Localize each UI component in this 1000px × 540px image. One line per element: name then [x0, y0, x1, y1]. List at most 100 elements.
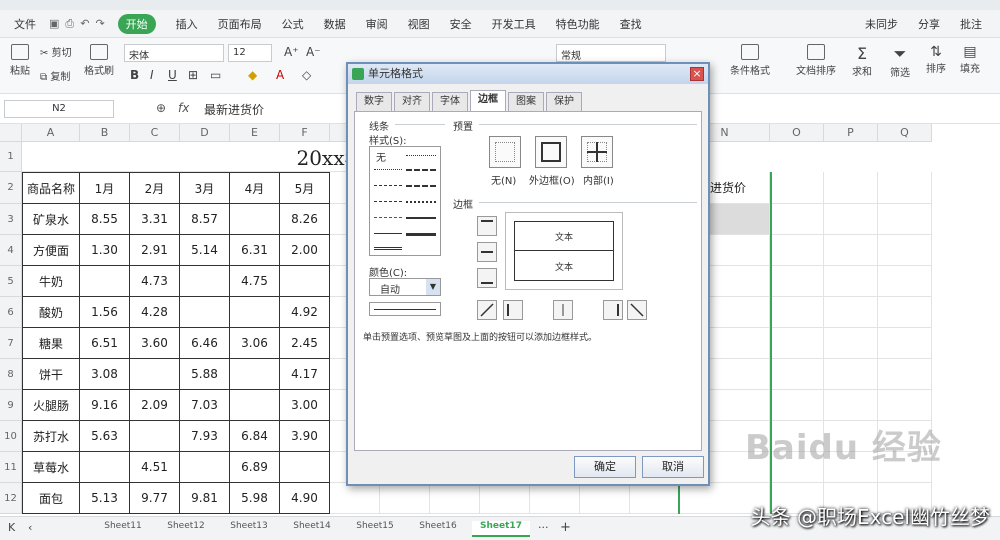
- menu-file[interactable]: 文件: [14, 16, 36, 32]
- table-cell[interactable]: 2.09: [130, 390, 180, 421]
- table-cell[interactable]: [878, 390, 932, 421]
- sheet-tab[interactable]: Sheet16: [409, 521, 467, 537]
- dialog-tab[interactable]: 对齐: [394, 92, 430, 111]
- sheet-tab[interactable]: Sheet15: [346, 521, 404, 537]
- cut-button[interactable]: ✂ 剪切: [40, 44, 72, 59]
- table-cell[interactable]: 2.91: [130, 235, 180, 266]
- italic-icon[interactable]: I: [150, 68, 154, 82]
- print-icon[interactable]: ⎙: [65, 17, 74, 31]
- header-cell[interactable]: 商品名称: [22, 172, 80, 204]
- sheet-tab[interactable]: Sheet14: [283, 521, 341, 537]
- number-format-select[interactable]: 常规: [556, 44, 666, 62]
- table-cell[interactable]: 面包: [22, 483, 80, 514]
- table-cell[interactable]: 4.28: [130, 297, 180, 328]
- undo-icon[interactable]: ↶: [80, 17, 89, 30]
- font-size-select[interactable]: 12: [228, 44, 272, 62]
- table-cell[interactable]: [878, 235, 932, 266]
- sheet-tab[interactable]: Sheet11: [94, 521, 152, 537]
- menu-view[interactable]: 视图: [408, 16, 430, 32]
- underline-icon[interactable]: U: [168, 68, 177, 82]
- table-cell[interactable]: 糖果: [22, 328, 80, 359]
- menu-search[interactable]: 查找: [620, 16, 642, 32]
- filter-button[interactable]: ⏷ 筛选: [890, 44, 910, 79]
- line-style-option[interactable]: [374, 217, 402, 218]
- dialog-tab[interactable]: 图案: [508, 92, 544, 111]
- chevron-down-icon[interactable]: ▼: [426, 279, 440, 295]
- more-sheets-icon[interactable]: ···: [538, 521, 549, 534]
- font-grow-icon[interactable]: A⁺: [284, 45, 299, 59]
- table-cell[interactable]: [280, 266, 330, 297]
- column-header[interactable]: Q: [878, 124, 932, 142]
- table-cell[interactable]: [130, 421, 180, 452]
- table-cell[interactable]: 7.03: [180, 390, 230, 421]
- header-cell[interactable]: 3月: [180, 172, 230, 204]
- column-header[interactable]: E: [230, 124, 280, 142]
- preset-inside-button[interactable]: [581, 136, 613, 168]
- row-header[interactable]: 12: [0, 483, 22, 514]
- table-cell[interactable]: [330, 483, 380, 514]
- dialog-tab[interactable]: 字体: [432, 92, 468, 111]
- cancel-button[interactable]: 取消: [642, 456, 704, 478]
- table-cell[interactable]: 3.00: [280, 390, 330, 421]
- menu-review[interactable]: 审阅: [366, 16, 388, 32]
- border-diag-up-button[interactable]: [477, 300, 497, 320]
- sheet-tab[interactable]: Sheet17: [472, 521, 530, 537]
- clear-icon[interactable]: ◇: [302, 68, 311, 82]
- table-cell[interactable]: [430, 483, 480, 514]
- menu-formula[interactable]: 公式: [282, 16, 304, 32]
- table-cell[interactable]: [180, 452, 230, 483]
- table-cell[interactable]: 6.89: [230, 452, 280, 483]
- border-left-button[interactable]: [503, 300, 523, 320]
- table-cell[interactable]: [280, 452, 330, 483]
- line-style-option[interactable]: [374, 233, 402, 234]
- sheet-tab[interactable]: Sheet13: [220, 521, 278, 537]
- border-preview[interactable]: 文本 文本: [505, 212, 623, 290]
- row-header[interactable]: 1: [0, 142, 22, 172]
- header-cell[interactable]: 2月: [130, 172, 180, 204]
- table-cell[interactable]: [770, 297, 824, 328]
- paste-button[interactable]: 粘贴: [6, 44, 34, 77]
- table-cell[interactable]: [630, 483, 680, 514]
- line-style-option[interactable]: [374, 247, 402, 250]
- dialog-tab[interactable]: 边框: [470, 90, 506, 111]
- table-cell[interactable]: [770, 266, 824, 297]
- sort-button[interactable]: ⇅ 排序: [926, 44, 946, 75]
- table-cell[interactable]: 5.14: [180, 235, 230, 266]
- table-cell[interactable]: 6.46: [180, 328, 230, 359]
- merge-icon[interactable]: ▭: [210, 68, 221, 82]
- table-cell[interactable]: 苏打水: [22, 421, 80, 452]
- column-header[interactable]: B: [80, 124, 130, 142]
- row-header[interactable]: 4: [0, 235, 22, 266]
- table-cell[interactable]: [824, 235, 878, 266]
- line-style-option[interactable]: [374, 185, 402, 186]
- line-style-option[interactable]: [374, 201, 402, 202]
- sheet-tab[interactable]: Sheet12: [157, 521, 215, 537]
- row-header[interactable]: 9: [0, 390, 22, 421]
- color-select[interactable]: 自动 ▼: [369, 278, 441, 296]
- fx-icon[interactable]: fx: [178, 101, 189, 115]
- line-style-option[interactable]: [406, 233, 436, 236]
- redo-icon[interactable]: ↷: [95, 17, 104, 30]
- row-header[interactable]: 11: [0, 452, 22, 483]
- table-cell[interactable]: [824, 172, 878, 204]
- select-all-corner[interactable]: [0, 124, 22, 142]
- menu-insert[interactable]: 插入: [176, 16, 198, 32]
- table-cell[interactable]: 4.73: [130, 266, 180, 297]
- table-cell[interactable]: 8.55: [80, 204, 130, 235]
- font-color-icon[interactable]: A: [276, 68, 284, 82]
- table-cell[interactable]: [80, 266, 130, 297]
- table-cell[interactable]: 方便面: [22, 235, 80, 266]
- zoom-icon[interactable]: ⊕: [156, 101, 166, 115]
- table-cell[interactable]: 酸奶: [22, 297, 80, 328]
- table-cell[interactable]: 4.51: [130, 452, 180, 483]
- table-cell[interactable]: 9.77: [130, 483, 180, 514]
- menu-developer[interactable]: 开发工具: [492, 16, 536, 32]
- row-header[interactable]: 10: [0, 421, 22, 452]
- table-cell[interactable]: 矿泉水: [22, 204, 80, 235]
- table-cell[interactable]: [770, 359, 824, 390]
- table-cell[interactable]: [878, 266, 932, 297]
- header-cell[interactable]: 1月: [80, 172, 130, 204]
- menu-start[interactable]: 开始: [117, 13, 156, 34]
- column-header[interactable]: D: [180, 124, 230, 142]
- table-cell[interactable]: [130, 359, 180, 390]
